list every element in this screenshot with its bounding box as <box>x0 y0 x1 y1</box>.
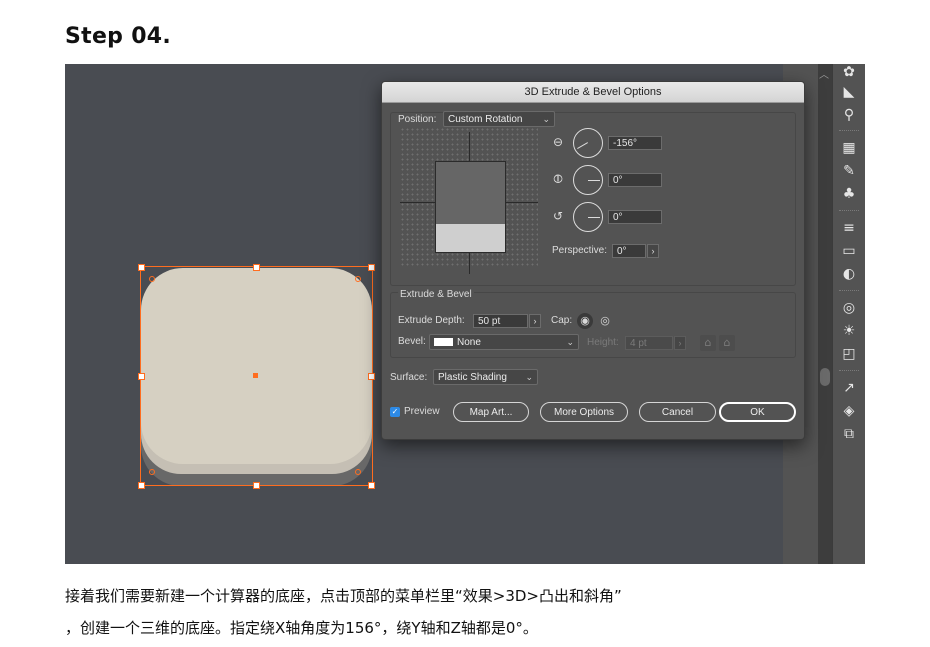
symbols-icon[interactable]: ♣ <box>839 184 859 204</box>
libraries-icon[interactable]: ◰ <box>839 344 859 364</box>
corner-radius-widget[interactable] <box>355 276 361 282</box>
panel-dock: ✿ ◣ ⚲ ▦ ✎ ♣ ≡ ▭ ◐ ◎ ☀ ◰ ↗ ◈ ⧉ <box>832 64 865 564</box>
appearance-icon[interactable]: ◎ <box>839 298 859 318</box>
dock-separator <box>839 290 859 292</box>
extrude-depth-label: Extrude Depth: <box>398 315 465 326</box>
surface-value: Plastic Shading <box>438 372 507 383</box>
bevel-swatch <box>434 338 453 346</box>
color-guide-icon[interactable]: ✿ <box>839 64 859 82</box>
brushes-icon[interactable]: ✎ <box>839 161 859 181</box>
chevron-down-icon: ⌄ <box>525 372 533 382</box>
height-field: 4 pt <box>625 336 673 350</box>
ok-button[interactable]: OK <box>719 402 796 422</box>
dock-separator <box>839 210 859 212</box>
caption-line-1: 接着我们需要新建一个计算器的底座，点击顶部的菜单栏里“效果>3D>凸出和斜角” <box>65 587 622 605</box>
y-axis-rotate-icon: ⦷ <box>553 172 563 186</box>
y-rotation-dial[interactable] <box>573 165 603 195</box>
z-rotation-dial[interactable] <box>573 202 603 232</box>
step-title: Step 04. <box>65 24 172 49</box>
gradient-panel-icon[interactable]: ▭ <box>839 241 859 261</box>
stroke-icon[interactable]: ≡ <box>839 218 859 238</box>
export-icon[interactable]: ↗ <box>839 378 859 398</box>
panel-scrollbar[interactable]: ︿ <box>818 64 832 564</box>
extrude-bevel-dialog: 3D Extrude & Bevel Options Position: Cus… <box>381 81 805 440</box>
extrude-depth-field[interactable]: 50 pt <box>473 314 528 328</box>
extrude-depth-arrow-icon[interactable]: › <box>529 314 541 328</box>
graphic-styles-icon[interactable]: ☀ <box>839 321 859 341</box>
gradient-icon[interactable]: ◣ <box>839 82 859 102</box>
z-rotation-field[interactable]: 0° <box>608 210 662 224</box>
chevron-down-icon: ⌄ <box>542 114 550 124</box>
chevron-down-icon: ⌄ <box>566 337 574 347</box>
bevel-value: None <box>457 337 481 348</box>
bevel-in-icon: ⌂ <box>719 335 735 351</box>
scroll-up-icon[interactable]: ︿ <box>819 66 829 81</box>
height-label: Height: <box>587 337 619 348</box>
swatches-icon[interactable]: ▦ <box>839 138 859 158</box>
cap-label: Cap: <box>551 315 573 326</box>
artboards-icon[interactable]: ⧉ <box>839 424 859 444</box>
dock-separator <box>839 130 859 132</box>
position-dropdown[interactable]: Custom Rotation ⌄ <box>443 111 555 127</box>
dialog-title[interactable]: 3D Extrude & Bevel Options <box>382 82 804 103</box>
selection-handle-mr[interactable] <box>368 373 375 380</box>
bevel-out-icon: ⌂ <box>700 335 716 351</box>
position-value: Custom Rotation <box>448 114 523 125</box>
surface-dropdown[interactable]: Plastic Shading ⌄ <box>433 369 538 385</box>
cube-front-face[interactable] <box>435 224 506 253</box>
layers-icon[interactable]: ◈ <box>839 401 859 421</box>
position-label: Position: <box>398 114 437 125</box>
corner-radius-widget[interactable] <box>149 469 155 475</box>
selection-handle-bc[interactable] <box>253 482 260 489</box>
perspective-label: Perspective: <box>552 245 608 256</box>
cap-on-icon[interactable]: ◉ <box>577 313 593 329</box>
scrollbar-thumb[interactable] <box>820 368 830 386</box>
more-options-button[interactable]: More Options <box>540 402 628 422</box>
illustrator-canvas[interactable]: ︿ ✿ ◣ ⚲ ▦ ✎ ♣ ≡ ▭ ◐ ◎ ☀ ◰ ↗ ◈ ⧉ 3D Extru… <box>65 64 865 564</box>
perspective-field[interactable]: 0° <box>612 244 646 258</box>
selection-handle-ml[interactable] <box>138 373 145 380</box>
dial-needle <box>577 142 588 149</box>
x-rotation-dial[interactable] <box>573 128 603 158</box>
caption-line-2: ，创建一个三维的底座。指定绕X轴角度为156°，绕Y轴和Z轴都是0°。 <box>65 619 538 637</box>
bevel-dropdown[interactable]: None ⌄ <box>429 334 579 350</box>
surface-label: Surface: <box>390 372 428 383</box>
perspective-arrow-icon[interactable]: › <box>647 244 659 258</box>
selection-handle-bl[interactable] <box>138 482 145 489</box>
z-axis-rotate-icon: ↺ <box>552 209 564 223</box>
transparency-icon[interactable]: ◐ <box>839 264 859 284</box>
dial-needle <box>588 180 600 181</box>
dock-separator <box>839 370 859 372</box>
x-rotation-field[interactable]: -156° <box>608 136 662 150</box>
bevel-label: Bevel: <box>398 336 426 347</box>
selection-handle-br[interactable] <box>368 482 375 489</box>
preview-checkbox[interactable]: ✓ <box>390 407 400 417</box>
magic-wand-icon[interactable]: ⚲ <box>839 105 859 125</box>
corner-radius-widget[interactable] <box>149 276 155 282</box>
height-arrow-icon: › <box>674 336 686 350</box>
cancel-button[interactable]: Cancel <box>639 402 716 422</box>
corner-radius-widget[interactable] <box>355 469 361 475</box>
selection-handle-tl[interactable] <box>138 264 145 271</box>
map-art-button[interactable]: Map Art... <box>453 402 529 422</box>
cube-top-face[interactable] <box>435 161 506 226</box>
selection-center-point <box>253 373 258 378</box>
cap-off-icon[interactable]: ◎ <box>597 313 613 329</box>
extrude-section-label: Extrude & Bevel <box>398 289 474 300</box>
selection-handle-tc[interactable] <box>253 264 260 271</box>
x-axis-rotate-icon: ⊖ <box>552 135 564 149</box>
y-rotation-field[interactable]: 0° <box>608 173 662 187</box>
preview-label[interactable]: Preview <box>404 406 440 417</box>
dial-needle <box>588 217 600 218</box>
selection-handle-tr[interactable] <box>368 264 375 271</box>
